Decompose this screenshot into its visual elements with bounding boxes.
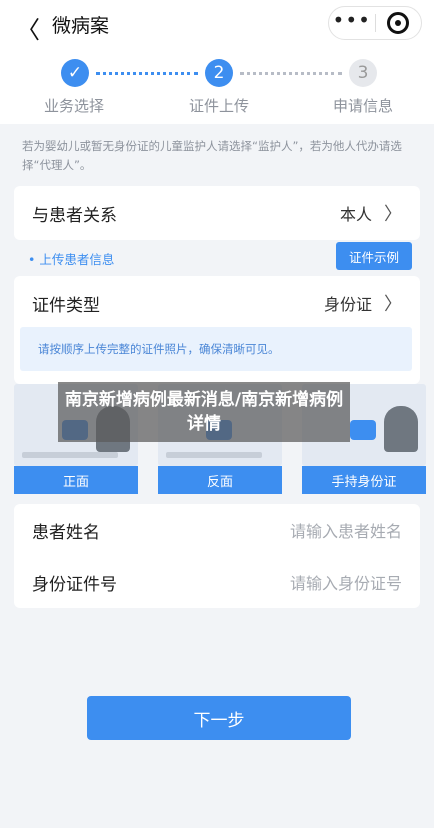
upload-section-title: • 上传患者信息: [28, 252, 115, 267]
id-type-value-text: 身份证: [323, 295, 372, 314]
step-connector-2: [240, 72, 342, 75]
id-number-input[interactable]: 请输入身份证号: [290, 570, 402, 594]
step-3-circle: 3: [349, 59, 377, 87]
id-number-row: 身份证件号 请输入身份证号: [14, 556, 420, 608]
id-type-value: 身份证 〉: [324, 290, 402, 316]
patient-info-card: 患者姓名 请输入患者姓名 身份证件号 请输入身份证号: [14, 504, 420, 608]
step-3-label: 申请信息: [333, 97, 394, 115]
chevron-right-icon: 〉: [384, 204, 402, 225]
patient-name-input[interactable]: 请输入患者姓名: [290, 518, 402, 542]
relation-row[interactable]: 与患者关系 本人 〉: [14, 186, 420, 240]
sample-button[interactable]: 证件示例: [336, 242, 412, 270]
step-1-label: 业务选择: [44, 97, 105, 115]
news-overlay-banner: 南京新增病例最新消息/南京新增病例详情: [58, 382, 350, 442]
patient-name-row: 患者姓名 请输入患者姓名: [14, 504, 420, 556]
relation-label: 与患者关系: [32, 205, 117, 226]
patient-name-label: 患者姓名: [32, 522, 100, 543]
relation-value: 本人 〉: [340, 200, 402, 226]
relation-card: 与患者关系 本人 〉: [14, 186, 420, 240]
more-icon[interactable]: •••: [329, 10, 375, 30]
id-type-row[interactable]: 证件类型 身份证 〉: [14, 276, 420, 330]
card-validity-strip: [166, 452, 262, 458]
card-number-strip: [22, 452, 118, 458]
page-title: 微病案: [52, 15, 110, 37]
camera-icon: [350, 420, 376, 440]
id-number-label: 身份证件号: [32, 574, 117, 595]
chevron-right-icon: 〉: [384, 294, 402, 315]
mini-program-capsule: •••: [328, 6, 422, 40]
upload-notice: 请按顺序上传完整的证件照片，确保清晰可见。: [20, 327, 412, 371]
id-type-label: 证件类型: [32, 295, 100, 316]
handheld-button[interactable]: 手持身份证: [302, 466, 426, 494]
step-2-circle: 2: [205, 59, 233, 87]
portrait-silhouette: [384, 406, 418, 452]
upload-section-header: • 上传患者信息 证件示例: [14, 240, 420, 274]
front-button[interactable]: 正面: [14, 466, 138, 494]
back-icon[interactable]: 〈: [16, 10, 40, 45]
step-connector-1: [96, 72, 198, 75]
progress-steps: ✓ 2 3 业务选择 证件上传 申请信息: [0, 48, 434, 124]
relation-hint-text: 若为婴幼儿或暂无身份证的儿童监护人请选择“监护人”，若为他人代办请选择“代理人”…: [22, 139, 402, 172]
step-1-check-icon: ✓: [61, 59, 89, 87]
back-button[interactable]: 反面: [158, 466, 282, 494]
step-2-label: 证件上传: [189, 97, 250, 115]
top-nav-bar: 〈 微病案 •••: [0, 0, 434, 48]
next-step-button[interactable]: 下一步: [87, 696, 351, 740]
relation-value-text: 本人: [339, 205, 372, 224]
close-target-icon[interactable]: [375, 12, 421, 34]
